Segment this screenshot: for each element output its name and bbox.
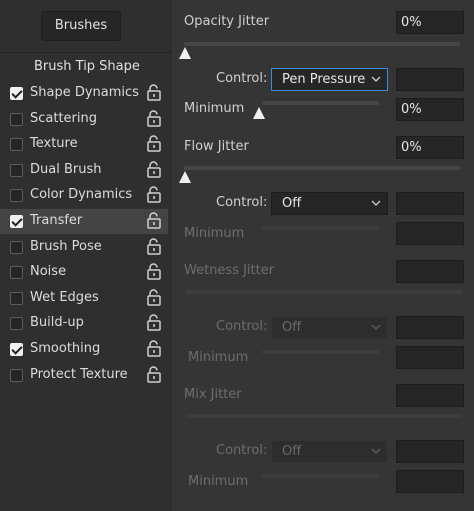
option-label: Color Dynamics [30, 187, 133, 202]
opacity-jitter-slider[interactable] [184, 42, 460, 46]
option-checkbox[interactable] [10, 189, 23, 202]
option-label: Scattering [30, 111, 98, 126]
wetness-control-field [396, 316, 464, 339]
brush-option-row[interactable]: Wet Edges [0, 286, 168, 311]
option-checkbox[interactable] [10, 369, 23, 382]
option-label: Protect Texture [30, 367, 128, 382]
brush-option-row[interactable]: Smoothing [0, 337, 168, 362]
lock-open-icon[interactable] [147, 340, 161, 357]
wetness-jitter-label: Wetness Jitter [184, 263, 275, 278]
divider [0, 52, 172, 53]
lock-open-icon[interactable] [147, 110, 161, 127]
slider-triangle-icon[interactable] [253, 107, 265, 119]
lock-open-icon[interactable] [147, 161, 161, 178]
brush-option-row[interactable]: Color Dynamics [0, 183, 168, 208]
option-checkbox[interactable] [10, 266, 23, 279]
lock-open-icon[interactable] [147, 186, 161, 203]
opacity-control-value: Pen Pressure [282, 72, 366, 87]
opacity-jitter-field[interactable]: 0% [396, 11, 464, 34]
lock-open-icon[interactable] [147, 366, 161, 383]
flow-jitter-label: Flow Jitter [184, 139, 249, 154]
mix-control-select: Off [271, 440, 388, 463]
option-label: Shape Dynamics [30, 85, 139, 100]
option-checkbox[interactable] [10, 343, 23, 356]
option-checkbox[interactable] [10, 292, 23, 305]
lock-open-icon[interactable] [147, 263, 161, 280]
lock-open-icon[interactable] [147, 84, 161, 101]
brush-options-list: Brushes Brush Tip Shape Shape Dynamics Sc… [0, 0, 172, 511]
opacity-minimum-label: Minimum [184, 101, 245, 116]
option-label: Dual Brush [30, 162, 102, 177]
brush-option-row[interactable]: Brush Pose [0, 235, 168, 260]
wetness-jitter-slider [186, 290, 462, 294]
option-label: Texture [30, 136, 78, 151]
opacity-control-field[interactable] [396, 68, 464, 91]
lock-open-icon[interactable] [147, 135, 161, 152]
brush-option-row[interactable]: Dual Brush [0, 158, 168, 183]
flow-jitter-field[interactable]: 0% [396, 136, 464, 159]
option-checkbox[interactable] [10, 241, 23, 254]
flow-control-select[interactable]: Off [271, 192, 388, 215]
lock-open-icon[interactable] [147, 314, 161, 331]
flow-control-label: Control: [216, 195, 268, 210]
wetness-control-label: Control: [216, 319, 268, 334]
opacity-minimum-field[interactable]: 0% [396, 98, 464, 121]
flow-control-field[interactable] [396, 192, 464, 215]
lock-open-icon[interactable] [147, 289, 161, 306]
option-checkbox[interactable] [10, 215, 23, 228]
opacity-jitter-label: Opacity Jitter [184, 14, 270, 29]
brush-option-row[interactable]: Noise [0, 260, 168, 285]
slider-triangle-icon[interactable] [179, 47, 191, 59]
mix-jitter-field [396, 384, 464, 407]
slider-triangle-icon[interactable] [179, 171, 191, 183]
flow-minimum-field [396, 222, 464, 245]
brush-option-row[interactable]: Texture [0, 132, 168, 157]
mix-minimum-field [396, 470, 464, 493]
mix-control-value: Off [282, 444, 302, 459]
option-label: Smoothing [30, 341, 101, 356]
option-checkbox[interactable] [10, 138, 23, 151]
option-checkbox[interactable] [10, 113, 23, 126]
brush-option-row[interactable]: Build-up [0, 311, 168, 336]
flow-jitter-slider[interactable] [184, 166, 460, 170]
brush-option-row[interactable]: Protect Texture [0, 363, 168, 388]
brushes-button[interactable]: Brushes [41, 11, 121, 41]
chevron-down-icon [371, 200, 381, 206]
flow-control-value: Off [282, 196, 302, 211]
wetness-minimum-label: Minimum [188, 350, 249, 365]
mix-jitter-slider [186, 414, 462, 418]
brush-tip-shape-item[interactable]: Brush Tip Shape [34, 59, 140, 74]
wetness-minimum-field [396, 346, 464, 369]
option-checkbox[interactable] [10, 164, 23, 177]
mix-jitter-label: Mix Jitter [184, 387, 242, 402]
wetness-control-select: Off [271, 316, 388, 339]
mix-control-field [396, 440, 464, 463]
brush-option-row[interactable]: Scattering [0, 107, 168, 132]
chevron-down-icon [371, 448, 381, 454]
option-label: Build-up [30, 315, 84, 330]
wetness-control-value: Off [282, 320, 302, 335]
mix-control-label: Control: [216, 443, 268, 458]
option-label: Transfer [30, 213, 83, 228]
option-label: Wet Edges [30, 290, 99, 305]
chevron-down-icon [371, 76, 381, 82]
option-label: Noise [30, 264, 67, 279]
mix-minimum-label: Minimum [188, 474, 249, 489]
option-checkbox[interactable] [10, 317, 23, 330]
brush-option-row[interactable]: Shape Dynamics [0, 81, 168, 106]
opacity-control-select[interactable]: Pen Pressure [271, 68, 388, 91]
opacity-control-label: Control: [216, 71, 268, 86]
flow-minimum-label: Minimum [184, 226, 245, 241]
lock-open-icon[interactable] [147, 238, 161, 255]
option-checkbox[interactable] [10, 87, 23, 100]
wetness-minimum-slider [262, 350, 379, 354]
chevron-down-icon [371, 324, 381, 330]
wetness-jitter-field [396, 260, 464, 283]
flow-minimum-slider [262, 226, 379, 230]
lock-open-icon[interactable] [147, 212, 161, 229]
mix-minimum-slider [262, 474, 379, 478]
opacity-minimum-slider[interactable] [262, 101, 379, 105]
option-label: Brush Pose [30, 239, 102, 254]
brush-option-row[interactable]: Transfer [0, 209, 168, 234]
